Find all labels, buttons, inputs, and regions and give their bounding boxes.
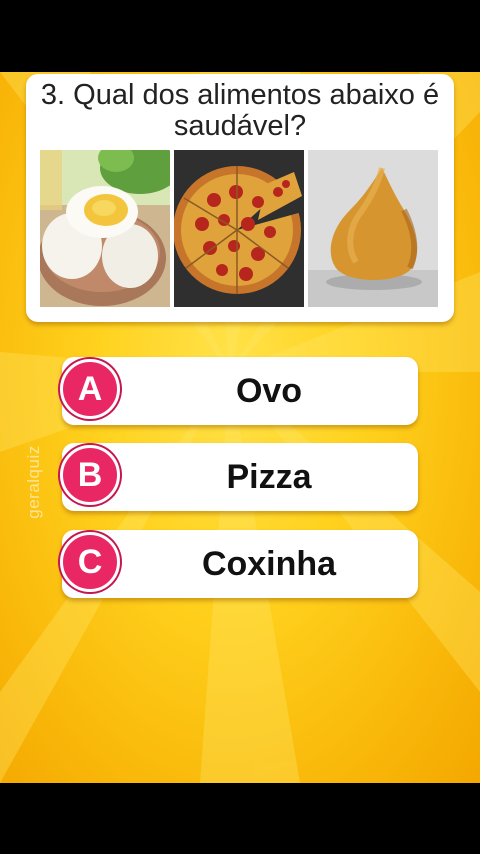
option-a-button[interactable]: A Ovo: [60, 357, 418, 425]
pepperoni-pizza-image[interactable]: [174, 150, 304, 307]
option-b-button[interactable]: B Pizza: [60, 443, 418, 511]
option-b-badge: B: [60, 445, 120, 505]
top-black-bar: [0, 0, 480, 72]
watermark-text: geralquiz: [24, 445, 43, 519]
option-a-label: Ovo: [235, 372, 303, 410]
option-c-badge: C: [60, 532, 120, 592]
bottom-black-bar: [0, 783, 480, 854]
coxinha-image[interactable]: [308, 150, 438, 307]
question-text: 3. Qual dos alimentos abaixo é saudável?: [40, 79, 440, 142]
question-card: 3. Qual dos alimentos abaixo é saudável?: [26, 74, 454, 322]
option-b-label: Pizza: [226, 458, 312, 496]
option-c-button[interactable]: C Coxinha: [60, 530, 418, 598]
option-a-badge: A: [60, 359, 120, 419]
quiz-stage: 3. Qual dos alimentos abaixo é saudável?: [0, 72, 480, 783]
boiled-eggs-image[interactable]: [40, 150, 170, 307]
option-c-label: Coxinha: [201, 545, 337, 583]
